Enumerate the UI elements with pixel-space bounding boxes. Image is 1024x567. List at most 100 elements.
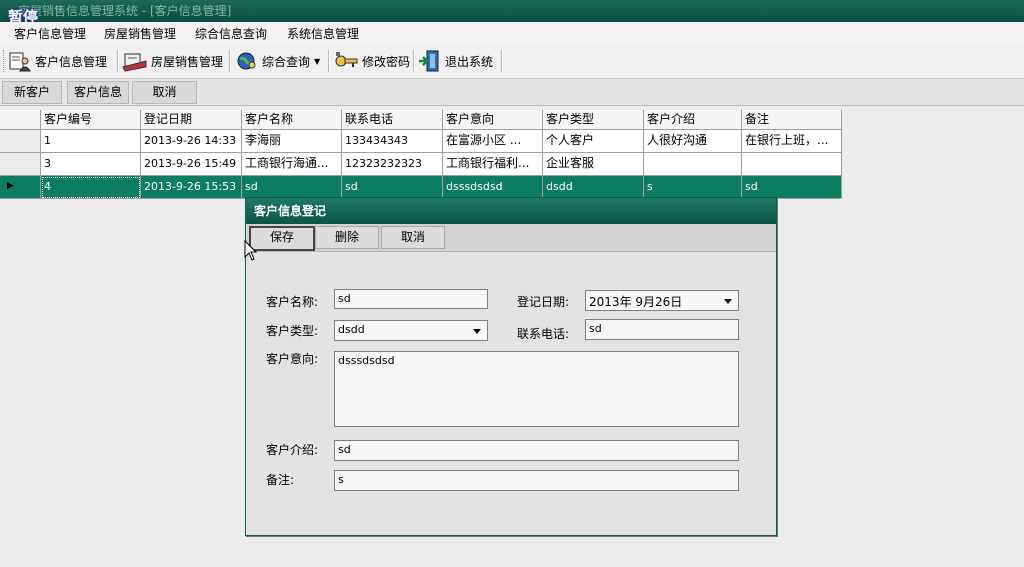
row-header[interactable] <box>0 153 41 176</box>
dialog-cancel-button[interactable]: 取消 <box>381 226 445 249</box>
table-cell[interactable]: 企业客服 <box>543 153 644 176</box>
toolbar-grip[interactable] <box>3 50 6 72</box>
menu-system[interactable]: 系统信息管理 <box>287 25 359 42</box>
phone-label: 联系电话: <box>517 327 570 341</box>
row-header-corner <box>0 110 41 130</box>
register-date-label: 登记日期: <box>517 295 570 309</box>
chevron-down-icon[interactable] <box>473 329 481 334</box>
table-cell[interactable]: 3 <box>41 153 141 176</box>
table-cell[interactable]: 李海丽 <box>242 130 342 153</box>
query-dropdown-button[interactable]: 综合查询 ▼ <box>235 47 320 75</box>
customer-intent-textarea[interactable]: dsssdsdsd <box>334 351 739 427</box>
house-sales-button[interactable]: 房屋销售管理 <box>122 47 223 75</box>
query-label: 综合查询 <box>262 54 311 69</box>
title-bar: 房屋销售信息管理系统 - [客户信息管理] 暂停 <box>0 0 1024 26</box>
main-toolbar: 客户信息管理 房屋销售管理 综合查询 ▼ 修改密码 退出系统 <box>0 44 1024 79</box>
customer-type-value: dsdd <box>338 323 365 336</box>
table-cell[interactable]: 1 <box>41 130 141 153</box>
mouse-cursor-icon <box>244 240 258 261</box>
table-row-selected[interactable]: ▶ 4 2013-9-26 15:53 sd sd dsssdsdsd dsdd… <box>0 176 842 199</box>
customer-type-label: 客户类型: <box>266 324 319 338</box>
table-row[interactable]: 1 2013-9-26 14:33 李海丽 133434343 在富源小区 ..… <box>0 130 842 153</box>
table-cell[interactable]: 2013-9-26 15:53 <box>141 176 242 199</box>
column-header[interactable]: 客户名称 <box>242 110 342 130</box>
key-icon <box>335 52 358 67</box>
cancel-button[interactable]: 取消 <box>132 81 197 104</box>
table-cell[interactable]: 工商银行海通... <box>242 153 342 176</box>
exit-system-label: 退出系统 <box>445 54 494 69</box>
table-cell[interactable] <box>644 153 742 176</box>
customer-info-button[interactable]: 客户信息 <box>67 81 129 104</box>
remark-field[interactable]: s <box>334 470 739 491</box>
menu-house-sales[interactable]: 房屋销售管理 <box>104 25 176 42</box>
window-title: 房屋销售信息管理系统 - [客户信息管理] <box>18 4 232 18</box>
delete-button[interactable]: 删除 <box>315 226 379 249</box>
people-icon <box>9 52 31 72</box>
toolbar-separator <box>413 50 415 72</box>
table-cell[interactable]: dsssdsdsd <box>443 176 543 199</box>
table-cell[interactable]: 个人客户 <box>543 130 644 153</box>
house-sales-label: 房屋销售管理 <box>151 54 224 69</box>
table-cell[interactable]: 133434343 <box>342 130 443 153</box>
table-cell[interactable]: 12323232323 <box>342 153 443 176</box>
exit-system-button[interactable]: 退出系统 <box>418 47 493 75</box>
remark-label: 备注: <box>266 473 295 487</box>
current-row-arrow-icon: ▶ <box>7 181 14 191</box>
chevron-down-icon[interactable] <box>724 299 732 304</box>
customer-intro-field[interactable]: sd <box>334 440 739 461</box>
table-cell[interactable]: 4 <box>41 176 141 199</box>
exit-door-icon <box>419 50 439 72</box>
customer-type-select[interactable]: dsdd <box>334 320 488 341</box>
house-sales-icon <box>122 53 147 72</box>
save-button[interactable]: 保存 <box>249 226 315 251</box>
new-customer-button[interactable]: 新客户 <box>2 81 62 104</box>
phone-field[interactable]: sd <box>585 319 739 340</box>
dialog-title[interactable]: 客户信息登记 <box>246 198 776 224</box>
globe-search-icon <box>237 52 256 70</box>
table-cell[interactable]: dsdd <box>543 176 644 199</box>
dialog-toolbar: 保存 删除 取消 <box>246 224 776 252</box>
table-cell[interactable]: sd <box>342 176 443 199</box>
table-cell[interactable] <box>742 153 842 176</box>
change-password-button[interactable]: 修改密码 <box>333 47 410 75</box>
customer-management-label: 客户信息管理 <box>35 54 108 69</box>
table-row[interactable]: 3 2013-9-26 15:49 工商银行海通... 12323232323 … <box>0 153 842 176</box>
table-cell[interactable]: 在富源小区 ... <box>443 130 543 153</box>
toolbar-separator <box>501 50 503 72</box>
toolbar-separator <box>328 50 330 72</box>
customer-name-label: 客户名称: <box>266 295 319 309</box>
customer-management-button[interactable]: 客户信息管理 <box>8 47 107 75</box>
grid-header-row: 客户编号 登记日期 客户名称 联系电话 客户意向 客户类型 客户介绍 备注 <box>0 110 842 130</box>
table-cell[interactable]: 2013-9-26 14:33 <box>141 130 242 153</box>
customer-name-field[interactable]: sd <box>334 289 488 309</box>
table-cell[interactable]: 2013-9-26 15:49 <box>141 153 242 176</box>
column-header[interactable]: 客户类型 <box>543 110 644 130</box>
menu-customer-info[interactable]: 客户信息管理 <box>14 25 86 42</box>
change-password-label: 修改密码 <box>362 54 411 69</box>
menu-query[interactable]: 综合信息查询 <box>195 25 267 42</box>
table-cell[interactable]: 在银行上班，... <box>742 130 842 153</box>
customer-intro-label: 客户介绍: <box>266 443 319 457</box>
column-header[interactable]: 登记日期 <box>141 110 242 130</box>
register-date-value: 2013年 9月26日 <box>589 295 683 309</box>
customer-registration-dialog: 客户信息登记 保存 删除 取消 客户名称: sd 登记日期: 2013年 9月2… <box>245 197 777 536</box>
row-header[interactable] <box>0 130 41 153</box>
table-cell[interactable]: 工商银行福利... <box>443 153 543 176</box>
table-cell[interactable]: sd <box>242 176 342 199</box>
menu-bar: 客户信息管理 房屋销售管理 综合信息查询 系统信息管理 <box>0 22 1024 44</box>
column-header[interactable]: 客户介绍 <box>644 110 742 130</box>
table-cell[interactable]: s <box>644 176 742 199</box>
chevron-down-icon: ▼ <box>314 56 321 66</box>
table-cell[interactable]: sd <box>742 176 842 199</box>
column-header[interactable]: 联系电话 <box>342 110 443 130</box>
customer-intent-label: 客户意向: <box>266 352 319 366</box>
register-date-picker[interactable]: 2013年 9月26日 <box>585 290 739 311</box>
column-header[interactable]: 备注 <box>742 110 842 130</box>
column-header[interactable]: 客户意向 <box>443 110 543 130</box>
column-header[interactable]: 客户编号 <box>41 110 141 130</box>
table-cell[interactable]: 人很好沟通 <box>644 130 742 153</box>
toolbar-separator <box>117 50 119 72</box>
row-header[interactable]: ▶ <box>0 176 41 199</box>
toolbar-separator <box>229 50 231 72</box>
customer-action-bar: 新客户 客户信息 取消 <box>0 79 1024 106</box>
